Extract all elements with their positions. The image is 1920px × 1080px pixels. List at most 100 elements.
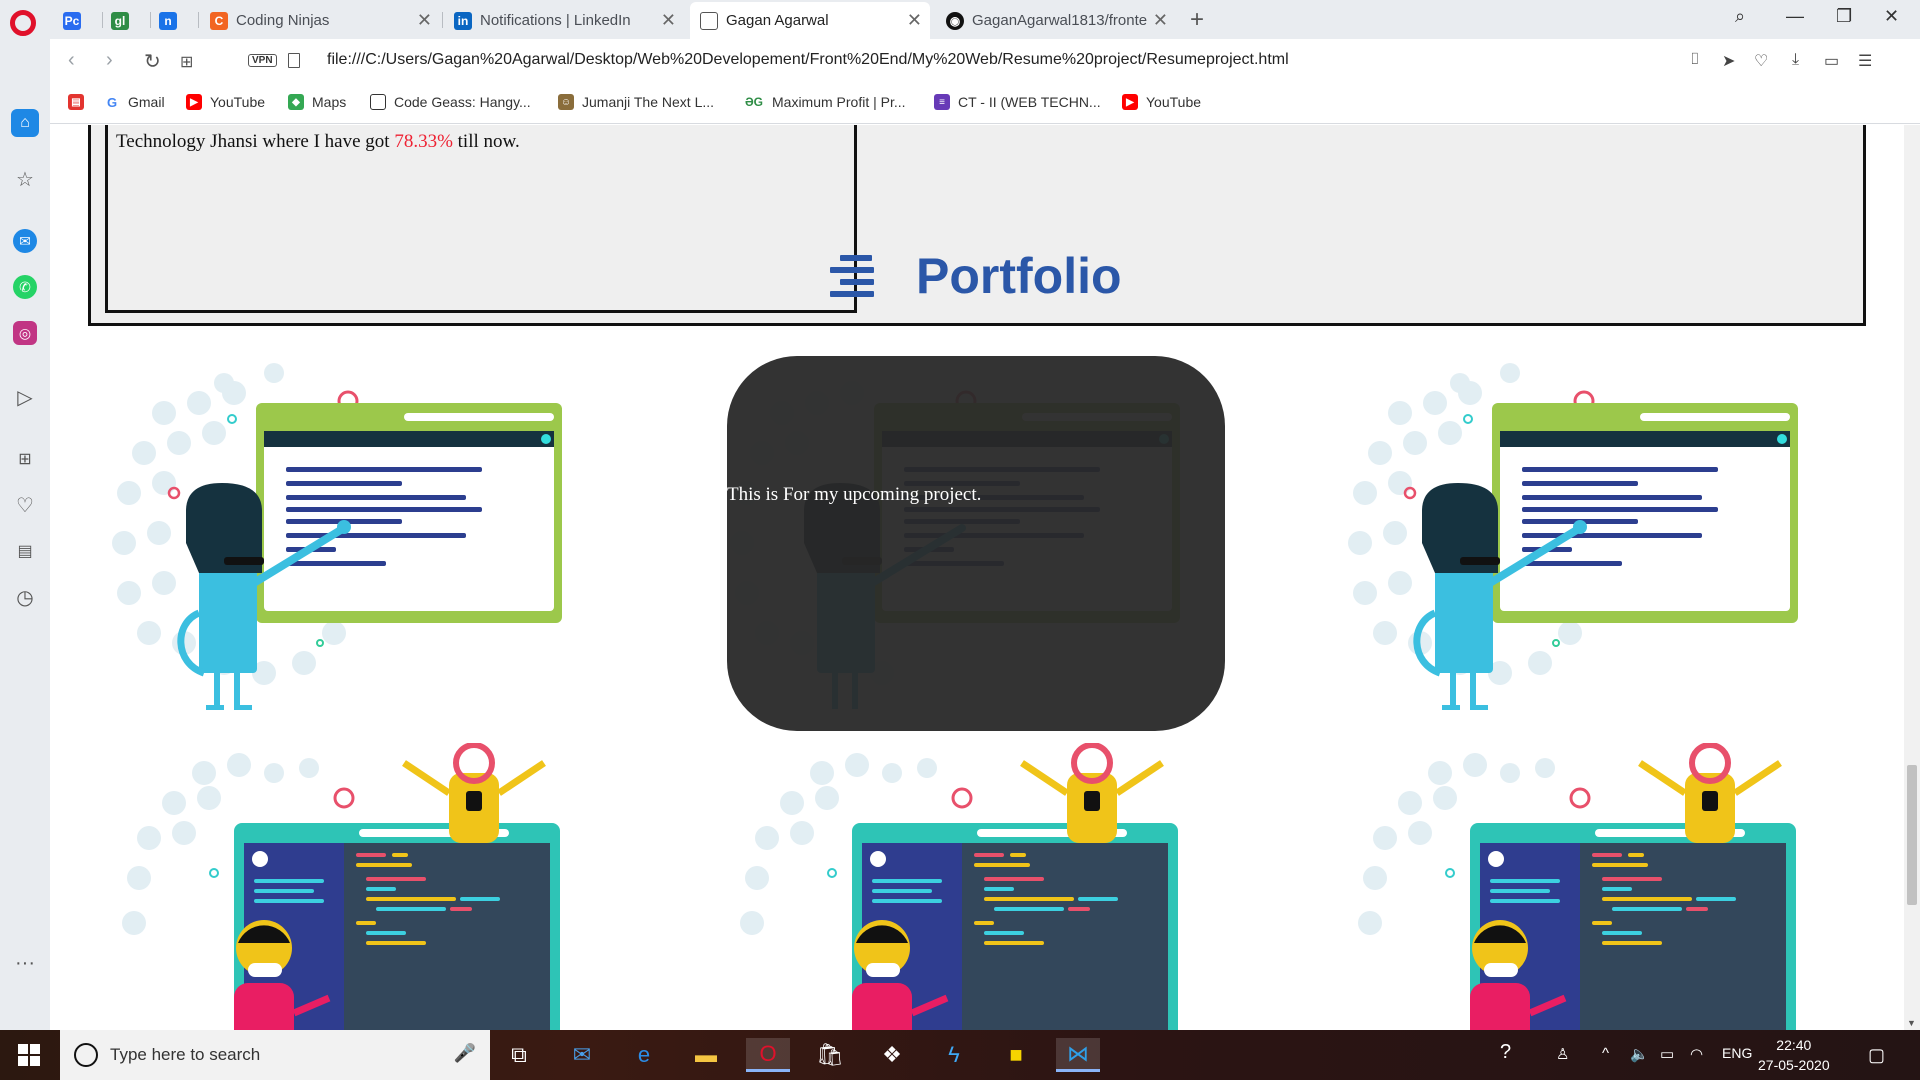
volume-icon[interactable]: 🔈 [1630,1045,1649,1063]
back-icon[interactable]: ‹ [68,49,75,72]
tab-coding-ninjas[interactable]: C Coding Ninjas ✕ [200,2,440,39]
forward-icon[interactable]: › [106,49,113,72]
page-scrollbar[interactable]: ▼ [1904,125,1920,1030]
bookmark-ct-ii[interactable]: ≡ CT - II (WEB TECHN... [934,94,1101,110]
reload-icon[interactable]: ↻ [144,49,161,74]
forms-icon: ≡ [934,94,950,110]
coder-illustration [1358,743,1796,1030]
tab-label: Gagan Agarwal [726,12,829,29]
mail-icon[interactable]: ✉ [560,1038,604,1072]
clock-date: 27-05-2020 [1758,1057,1830,1073]
vscode-icon[interactable]: ⋈ [1056,1038,1100,1072]
notifications-icon[interactable]: ▢ [1868,1045,1885,1066]
coder-illustration [122,743,560,1030]
task-view-icon[interactable]: ⧉ [497,1038,541,1072]
snapshot-icon[interactable]: ⌷ [1690,51,1700,69]
education-card: Technology Jhansi where I have got 78.33… [105,125,857,313]
scroll-down-arrow-icon[interactable]: ▼ [1907,1018,1916,1028]
chevron-up-icon[interactable]: ^ [1602,1045,1609,1062]
address-bar: ‹ › ↻ ⊞ VPN file:///C:/Users/Gagan%20Aga… [50,39,1920,85]
whatsapp-icon[interactable]: ✆ [13,275,37,299]
bookmark-youtube-2[interactable]: ▶ YouTube [1122,94,1201,110]
portfolio-card[interactable] [104,343,594,723]
close-icon[interactable]: ✕ [1153,10,1168,31]
microphone-icon[interactable]: 🎤 [454,1043,476,1064]
bookmark-pdf[interactable]: ▤ [68,94,92,110]
opera-taskbar-icon[interactable]: O [746,1038,790,1072]
bookmark-maximum-profit[interactable]: ƏG Maximum Profit | Pr... [744,94,906,110]
messenger-icon[interactable]: ✉ [13,229,37,253]
power-automate-icon[interactable]: ϟ [932,1038,976,1072]
more-icon[interactable]: ··· [11,949,39,977]
bookmark-maps[interactable]: ◆ Maps [288,94,346,110]
bookmark-label: Gmail [128,94,165,110]
taskbar-clock[interactable]: 22:40 27-05-2020 [1758,1035,1830,1075]
search-tabs-icon[interactable]: ⌕ [1735,6,1745,27]
star-icon[interactable]: ☆ [11,165,39,193]
history-icon[interactable]: ◷ [11,583,39,611]
page-info-icon[interactable] [288,53,300,68]
help-icon[interactable]: ? [1500,1041,1511,1064]
presenter-illustration [1348,363,1798,710]
portfolio-card[interactable] [1340,743,1830,1030]
vpn-badge[interactable]: VPN [248,54,277,67]
tab-github[interactable]: ◉ GaganAgarwal1813/fronte ✕ [936,2,1176,39]
maps-icon: ◆ [288,94,304,110]
bookmark-label: YouTube [1146,94,1202,110]
instagram-icon[interactable]: ◎ [13,321,37,345]
bookmark-jumanji[interactable]: ☺ Jumanji The Next L... [558,94,714,110]
bookmark-code-geass[interactable]: Code Geass: Hangy... [370,94,531,110]
windows-start-icon[interactable] [18,1044,40,1066]
close-icon[interactable]: ✕ [661,10,676,31]
heart-icon[interactable]: ♡ [11,491,39,519]
youtube-icon: ▶ [1122,94,1138,110]
opera-logo-icon[interactable] [10,10,36,36]
download-icon[interactable]: ⤓ [1792,51,1799,69]
portfolio-card[interactable] [104,743,594,1030]
linkedin-icon: in [454,11,472,30]
home-icon[interactable]: ⌂ [11,109,39,137]
battery-icon[interactable]: ▭ [1824,51,1839,71]
speed-dial-icon[interactable]: ⊞ [180,52,193,72]
bookmark-label: Maps [312,94,347,110]
dropbox-icon[interactable]: ❖ [870,1038,914,1072]
send-icon[interactable]: ▷ [11,383,39,411]
scrollbar-thumb[interactable] [1907,765,1917,905]
portfolio-card[interactable] [722,743,1212,1030]
file-explorer-icon[interactable]: ▬ [684,1038,728,1072]
page-title: Portfolio [916,248,1122,304]
url-field[interactable]: file:///C:/Users/Gagan%20Agarwal/Desktop… [327,51,1289,69]
wifi-icon[interactable]: ◠ [1690,1045,1703,1063]
tab-gagan-agarwal[interactable]: Gagan Agarwal ✕ [690,2,930,39]
restore-button[interactable]: ❐ [1836,6,1852,27]
minimize-button[interactable]: — [1786,6,1804,27]
news-icon[interactable]: ▤ [11,537,39,565]
taskbar-search-placeholder: Type here to search [110,1045,261,1064]
language-indicator[interactable]: ENG [1722,1045,1752,1061]
heart-icon[interactable]: ♡ [1754,51,1768,71]
coding-ninjas-icon: C [210,11,228,30]
tab-gfg[interactable]: gl [104,2,144,39]
tab-label: Coding Ninjas [236,12,330,29]
bookmark-gmail[interactable]: G Gmail [104,94,165,110]
send-icon[interactable]: ➤ [1722,51,1735,71]
tab-n[interactable]: n [152,2,192,39]
people-icon[interactable]: ♙ [1556,1045,1569,1063]
easy-setup-icon[interactable]: ☰ [1858,51,1872,71]
bookmark-youtube[interactable]: ▶ YouTube [186,94,265,110]
new-tab-button[interactable]: + [1190,6,1204,34]
taskbar-search-box[interactable]: Type here to search 🎤 [60,1030,490,1080]
close-window-button[interactable]: ✕ [1884,6,1899,27]
tab-linkedin[interactable]: in Notifications | LinkedIn ✕ [444,2,684,39]
store-icon[interactable]: 🛍 [808,1038,852,1072]
youtube-icon: ▶ [186,94,202,110]
edge-icon[interactable]: e [622,1038,666,1072]
battery-tray-icon[interactable]: ▭ [1660,1045,1674,1063]
portfolio-hover-overlay[interactable]: This is For my upcoming project. [727,356,1225,731]
portfolio-card[interactable] [1340,343,1830,723]
close-icon[interactable]: ✕ [417,10,432,31]
tab-pycharm[interactable]: Pc [56,2,96,39]
close-icon[interactable]: ✕ [907,10,922,31]
sticky-notes-icon[interactable]: ■ [994,1038,1038,1072]
extensions-icon[interactable]: ⊞ [11,445,39,473]
